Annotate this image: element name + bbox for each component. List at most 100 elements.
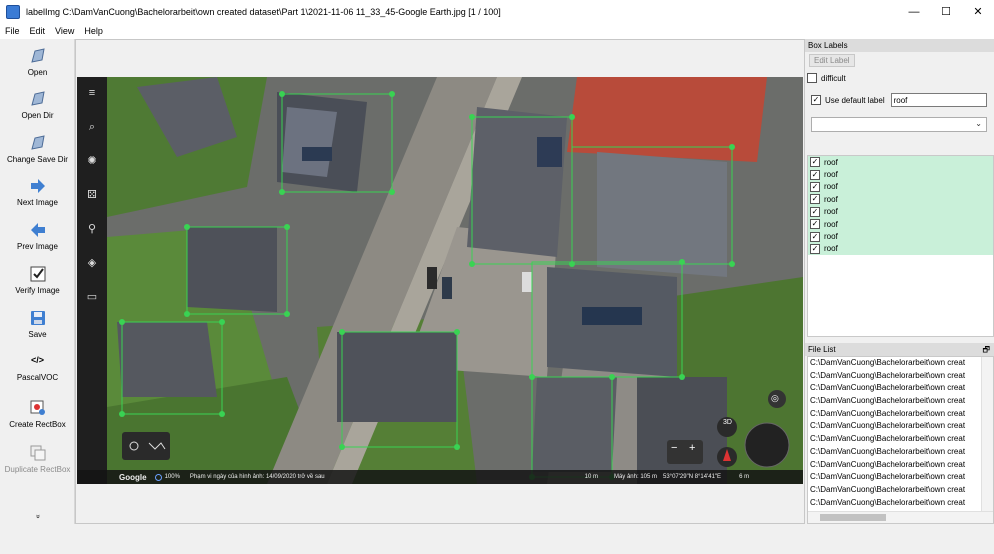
file-list-item[interactable]: C:\DamVanCuong\Bachelorarbeit\own creat <box>808 459 980 472</box>
code-tag-icon: </> <box>30 355 44 365</box>
menu-icon[interactable]: ≡ <box>84 85 100 101</box>
file-list-item[interactable]: C:\DamVanCuong\Bachelorarbeit\own creat <box>808 357 980 370</box>
change-save-dir-button[interactable]: Change Save Dir <box>0 134 75 164</box>
window-title: labelImg C:\DamVanCuong\Bachelorarbeit\o… <box>26 6 501 17</box>
next-image-button[interactable]: Next Image <box>0 177 75 207</box>
label-list[interactable]: ✓ roof ✓ roof ✓ roof ✓ roof ✓ roof ✓ roof ✓ roo… <box>807 155 994 337</box>
label-text: roof <box>824 219 838 229</box>
zoom-out-button[interactable]: − <box>671 442 677 454</box>
verify-image-button[interactable]: Verify Image <box>0 265 75 295</box>
toolbar-extension-chevron[interactable]: » <box>34 479 41 554</box>
projects-icon[interactable]: ⚲ <box>84 221 100 237</box>
label-text: roof <box>824 232 838 242</box>
maximize-button[interactable]: ☐ <box>930 0 962 23</box>
scrollbar-thumb[interactable] <box>820 514 886 521</box>
floppy-disk-icon <box>30 311 45 325</box>
label-item[interactable]: ✓ roof <box>808 156 993 169</box>
open-dir-button[interactable]: Open Dir <box>0 90 75 120</box>
search-icon[interactable]: ⌕ <box>84 119 100 135</box>
minimize-button[interactable]: — <box>898 0 930 23</box>
next-image-label: Next Image <box>17 198 58 207</box>
folder-icon <box>30 91 45 106</box>
file-list-item[interactable]: C:\DamVanCuong\Bachelorarbeit\own creat <box>808 471 980 484</box>
label-item[interactable]: ✓ roof <box>808 180 993 194</box>
image-canvas[interactable]: ≡ ⌕ ✺ ⚄ ⚲ ◈ ▭ 3D − + ◎ Google 100% Phạm … <box>75 39 805 524</box>
menu-help[interactable]: Help <box>79 26 108 36</box>
file-list[interactable]: C:\DamVanCuong\Bachelorarbeit\own creat … <box>807 356 994 524</box>
left-toolbar: Open Open Dir Change Save Dir Next Image… <box>0 39 75 524</box>
label-checkbox[interactable]: ✓ <box>810 169 820 180</box>
label-item[interactable]: ✓ roof <box>808 230 993 243</box>
label-checkbox[interactable]: ✓ <box>810 231 820 242</box>
label-checkbox[interactable]: ✓ <box>810 157 820 168</box>
open-button[interactable]: Open <box>0 47 75 77</box>
label-item[interactable]: ✓ roof <box>808 217 993 231</box>
label-text: roof <box>824 244 838 254</box>
prev-image-button[interactable]: Prev Image <box>0 221 75 251</box>
file-list-item[interactable]: C:\DamVanCuong\Bachelorarbeit\own creat <box>808 408 980 421</box>
create-rectbox-label: Create RectBox <box>9 420 66 429</box>
label-checkbox[interactable]: ✓ <box>810 243 820 254</box>
label-checkbox[interactable]: ✓ <box>810 181 820 192</box>
google-logo: Google <box>119 472 147 482</box>
label-checkbox[interactable]: ✓ <box>810 219 820 230</box>
file-list-vertical-scrollbar[interactable] <box>981 357 993 512</box>
default-label-input[interactable] <box>890 93 987 107</box>
label-checkbox[interactable]: ✓ <box>810 194 820 205</box>
menu-edit[interactable]: Edit <box>25 26 51 36</box>
file-list-item[interactable]: C:\DamVanCuong\Bachelorarbeit\own creat <box>808 395 980 408</box>
duplicate-rectbox-button[interactable]: Duplicate RectBox <box>0 444 75 474</box>
format-toggle-button[interactable]: </> PascalVOC <box>0 355 75 382</box>
edit-label-button[interactable]: Edit Label <box>809 54 855 67</box>
file-list-item[interactable]: C:\DamVanCuong\Bachelorarbeit\own creat <box>808 420 980 433</box>
feeling-lucky-icon[interactable]: ⚄ <box>84 187 100 203</box>
measure-icon[interactable]: ▭ <box>84 289 100 305</box>
difficult-checkbox[interactable] <box>807 73 817 83</box>
title-bar: labelImg C:\DamVanCuong\Bachelorarbeit\o… <box>0 0 994 23</box>
menu-view[interactable]: View <box>50 26 79 36</box>
zoom-in-button[interactable]: + <box>689 442 695 454</box>
imagery-date: Phạm vi ngày của hình ảnh: 14/09/2020 tr… <box>189 474 325 480</box>
3d-toggle-button[interactable]: 3D <box>723 419 732 426</box>
save-label: Save <box>28 330 47 339</box>
draw-rectangle-icon <box>30 400 45 415</box>
map-style-icon[interactable]: ◈ <box>84 255 100 271</box>
file-list-item[interactable]: C:\DamVanCuong\Bachelorarbeit\own creat <box>808 497 980 510</box>
right-panel: Box Labels Edit Label difficult ✓ Use de… <box>805 39 994 524</box>
label-item[interactable]: ✓ roof <box>808 168 993 181</box>
file-list-item[interactable]: C:\DamVanCuong\Bachelorarbeit\own creat <box>808 433 980 446</box>
save-button[interactable]: Save <box>0 309 75 339</box>
label-checkbox[interactable]: ✓ <box>810 206 820 217</box>
file-list-horizontal-scrollbar[interactable] <box>808 511 993 523</box>
difficult-label: difficult <box>821 73 846 83</box>
label-text: roof <box>824 194 838 204</box>
format-label: PascalVOC <box>16 373 59 382</box>
google-earth-status-bar: Google 100% Phạm vi ngày của hình ảnh: 1… <box>77 470 803 484</box>
duplicate-icon <box>30 445 45 461</box>
label-text: roof <box>824 182 838 192</box>
label-dropdown[interactable]: ⌄ <box>811 117 987 132</box>
file-list-item[interactable]: C:\DamVanCuong\Bachelorarbeit\own creat <box>808 382 980 395</box>
file-list-item[interactable]: C:\DamVanCuong\Bachelorarbeit\own creat <box>808 484 980 497</box>
box-labels-header: Box Labels <box>805 39 994 52</box>
folder-icon <box>30 48 45 63</box>
create-rectbox-button[interactable]: Create RectBox <box>0 399 75 429</box>
location-icon[interactable]: ◎ <box>771 393 779 404</box>
arrow-right-icon <box>30 179 45 193</box>
label-item[interactable]: ✓ roof <box>808 193 993 206</box>
edit-label-text: Edit Label <box>814 56 850 65</box>
float-window-icon[interactable]: 🗗 <box>982 343 990 356</box>
difficult-checkbox-row[interactable]: difficult <box>807 73 994 83</box>
folder-icon <box>30 135 45 150</box>
labelimg-app-icon <box>6 4 20 19</box>
use-default-label-checkbox[interactable]: ✓ <box>811 95 821 105</box>
verify-image-label: Verify Image <box>15 286 60 295</box>
file-list-item[interactable]: C:\DamVanCuong\Bachelorarbeit\own creat <box>808 446 980 459</box>
file-list-item[interactable]: C:\DamVanCuong\Bachelorarbeit\own creat <box>808 370 980 383</box>
label-item[interactable]: ✓ roof <box>808 242 993 256</box>
menu-file[interactable]: File <box>0 26 25 36</box>
arrow-left-icon <box>30 223 45 237</box>
label-item[interactable]: ✓ roof <box>808 205 993 218</box>
close-button[interactable]: ✕ <box>962 0 994 23</box>
voyager-icon[interactable]: ✺ <box>84 153 100 169</box>
